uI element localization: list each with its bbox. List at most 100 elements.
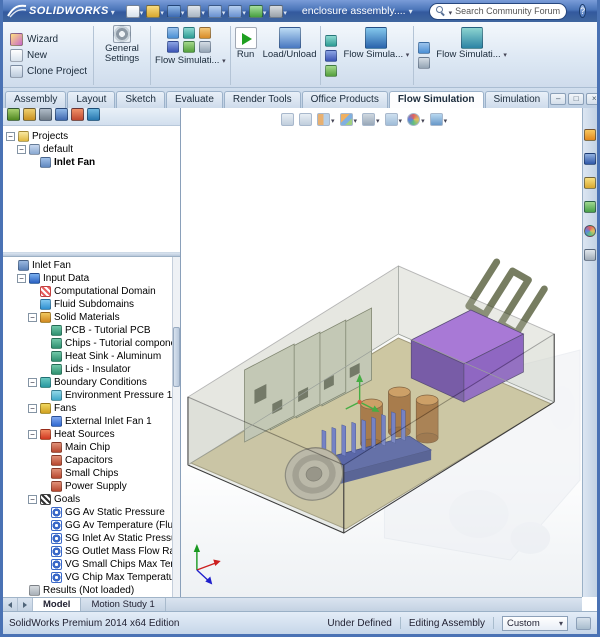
tree-item[interactable]: SG Inlet Av Static Pressure [3,532,172,545]
document-title[interactable]: enclosure assembly.... [302,5,413,17]
tree-item[interactable]: Projects [3,130,180,143]
tab-sketch[interactable]: Sketch [116,91,165,108]
flow-tool-icon[interactable] [183,41,196,53]
tab-office-products[interactable]: Office Products [301,91,388,108]
flow-tool-icon[interactable] [167,41,180,53]
flow-tool-icon[interactable] [418,57,431,69]
tree-item[interactable]: SG Outlet Mass Flow Rate [3,545,172,558]
tree-item[interactable]: Heat Sink - Aluminum [3,350,172,363]
run-button[interactable]: Run [232,24,260,87]
tree-expander[interactable] [28,430,37,439]
dimxpert-manager-tab-icon[interactable] [55,107,68,126]
file-explorer-icon[interactable] [584,176,596,194]
tree-scrollbar[interactable] [172,257,180,597]
custom-properties-icon[interactable] [584,248,596,266]
tree-item[interactable]: Inlet Fan [3,259,172,272]
solidworks-logo[interactable]: SOLIDWORKS [7,2,115,20]
tree-item[interactable]: Chips - Tutorial component [3,337,172,350]
tree-item[interactable]: GG Av Temperature (Fluid) [3,519,172,532]
flow-simulation-tab-icon[interactable] [87,107,100,126]
flow-simulation-3-dropdown[interactable]: Flow Simulati... [433,24,510,87]
flow-tool-icon[interactable] [183,27,196,39]
view-palette-icon[interactable] [584,200,596,218]
tree-item[interactable]: Boundary Conditions [3,376,172,389]
flow-tool-icon[interactable] [199,27,212,39]
flow-tool-icon[interactable] [418,42,431,54]
flow-simulation-2-dropdown[interactable]: Flow Simula... [340,24,412,87]
clone-project-button[interactable]: Clone Project [8,64,89,79]
tree-item[interactable]: Lids - Insulator [3,363,172,376]
rebuild-icon[interactable] [248,2,268,20]
flow-tool-icon[interactable] [325,49,338,62]
logo-dropdown-icon[interactable] [111,2,115,20]
tree-item[interactable]: Computational Domain [3,285,172,298]
flow-tool-icon[interactable] [167,27,180,39]
tree-item[interactable]: External Inlet Fan 1 [3,415,172,428]
tree-item[interactable]: Results (Not loaded) [3,584,172,597]
tree-expander[interactable] [28,404,37,413]
wizard-button[interactable]: Wizard [8,32,89,47]
community-search-box[interactable]: Search Community Forum [428,2,568,20]
save-icon[interactable] [166,2,186,20]
display-manager-tab-icon[interactable] [71,107,84,126]
open-icon[interactable] [145,2,165,20]
tree-item[interactable]: GG Av Static Pressure [3,506,172,519]
zoom-fit-icon[interactable] [281,112,294,126]
property-manager-tab-icon[interactable] [23,107,36,126]
flow-tool-icon[interactable] [325,34,338,47]
configuration-dropdown[interactable]: Custom [502,615,568,631]
scene-icon[interactable] [429,110,448,128]
tree-scrollbar-thumb[interactable] [173,327,180,387]
tree-item[interactable]: Goals [3,493,172,506]
tab-simulation[interactable]: Simulation [484,91,550,108]
tree-item[interactable]: Capacitors [3,454,172,467]
flow-tool-icon[interactable] [199,41,212,53]
zoom-area-icon[interactable] [299,112,312,126]
view-orientation-icon[interactable] [339,110,358,128]
tree-item[interactable]: Solid Materials [3,311,172,324]
options-icon[interactable] [268,2,288,20]
tree-expander[interactable] [6,132,15,141]
viewport-restore-button[interactable] [568,93,585,105]
status-icon[interactable] [576,616,591,630]
solidworks-resources-icon[interactable] [584,128,596,146]
viewport-minimize-button[interactable] [550,93,567,105]
tree-item[interactable]: PCB - Tutorial PCB [3,324,172,337]
undo-icon[interactable] [207,2,227,20]
tree-item[interactable]: Small Chips [3,467,172,480]
tree-expander[interactable] [17,274,26,283]
tab-scroll-left-button[interactable] [3,598,18,611]
tab-evaluate[interactable]: Evaluate [165,91,223,108]
tree-item[interactable]: Heat Sources [3,428,172,441]
feature-manager-tab-icon[interactable] [7,107,20,126]
tree-item[interactable]: Input Data [3,272,172,285]
tab-layout[interactable]: Layout [67,91,116,108]
edit-appearance-icon[interactable] [407,110,425,128]
display-style-icon[interactable] [362,110,380,128]
tree-expander[interactable] [17,145,26,154]
print-icon[interactable] [186,2,206,20]
tree-expander[interactable] [28,313,37,322]
tab-assembly[interactable]: Assembly [5,91,67,108]
configuration-manager-tab-icon[interactable] [39,107,52,126]
tree-item[interactable]: Main Chip [3,441,172,454]
graphics-area[interactable] [181,108,582,597]
appearances-icon[interactable] [584,224,596,242]
flow-tool-icon[interactable] [325,64,338,77]
tree-item[interactable]: Fluid Subdomains [3,298,172,311]
general-settings-button[interactable]: General Settings [95,24,149,87]
redo-icon[interactable] [227,2,247,20]
tree-item[interactable]: VG Chip Max Temperature [3,571,172,584]
tab-scroll-right-button[interactable] [18,598,33,611]
tree-item[interactable]: VG Small Chips Max Tempera [3,558,172,571]
new-document-icon[interactable] [125,2,145,20]
tree-item[interactable]: Power Supply [3,480,172,493]
help-icon[interactable] [579,4,587,18]
hide-show-items-icon[interactable] [384,110,403,128]
search-scope-dropdown-icon[interactable] [449,2,453,20]
tree-item[interactable]: Fans [3,402,172,415]
flow-simulation-dropdown[interactable]: Flow Simulati... [155,55,226,66]
load-unload-button[interactable]: Load/Unload [260,24,320,87]
tab-render-tools[interactable]: Render Tools [223,91,301,108]
new-project-button[interactable]: New [8,48,89,63]
